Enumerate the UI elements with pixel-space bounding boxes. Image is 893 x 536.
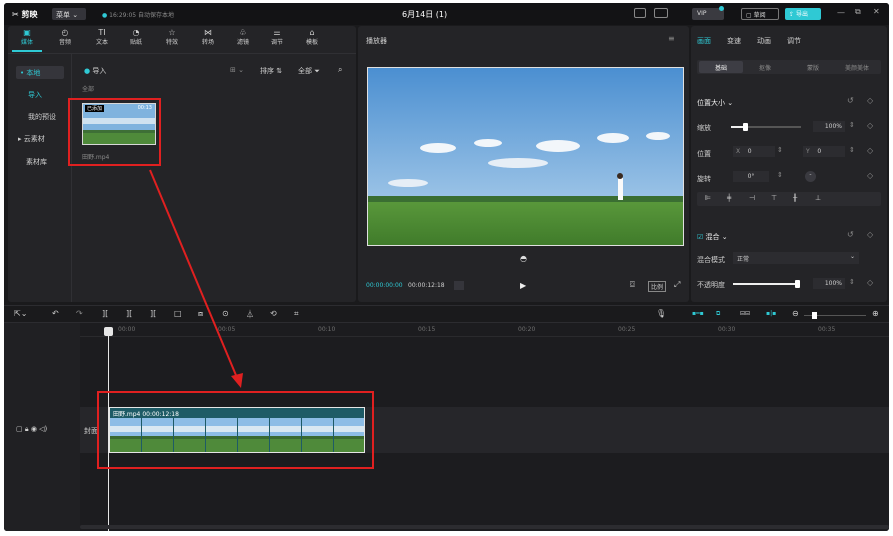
annotation-arrowhead [231, 373, 243, 388]
annotation-box-timeline [97, 391, 374, 469]
annotation-overlay [68, 98, 374, 469]
annotation-arrow-line [149, 169, 239, 381]
annotation-box-media [68, 98, 161, 166]
